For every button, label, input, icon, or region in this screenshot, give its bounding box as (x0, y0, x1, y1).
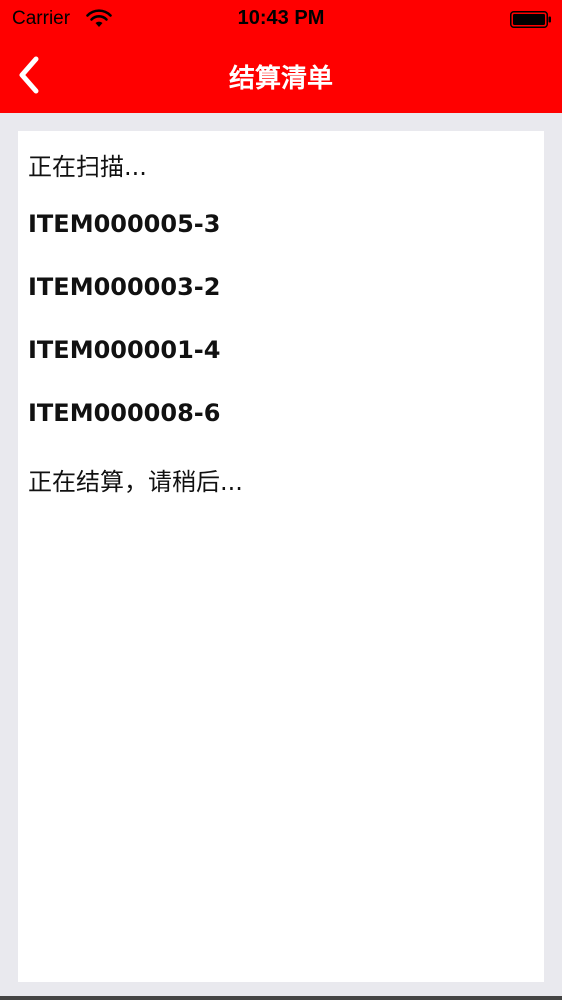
log-line-item: ITEM000008-6 (28, 399, 221, 427)
log-line-scanning: 正在扫描... (28, 153, 147, 181)
bottom-divider (0, 996, 562, 1000)
clock: 10:43 PM (237, 7, 325, 29)
log-line-settling: 正在结算，请稍后... (28, 468, 243, 496)
log-line-item: ITEM000005-3 (28, 210, 221, 238)
log-line-item: ITEM000001-4 (28, 336, 221, 364)
navigation-bar: 结算清单 (0, 40, 562, 113)
page-title: 结算清单 (228, 64, 333, 94)
status-bar: Carrier 10:43 PM (0, 0, 562, 40)
battery-icon (510, 11, 551, 28)
settlement-log: 正在扫描... ITEM000005-3 ITEM000003-2 ITEM00… (18, 131, 544, 982)
log-line-item: ITEM000003-2 (28, 273, 221, 301)
